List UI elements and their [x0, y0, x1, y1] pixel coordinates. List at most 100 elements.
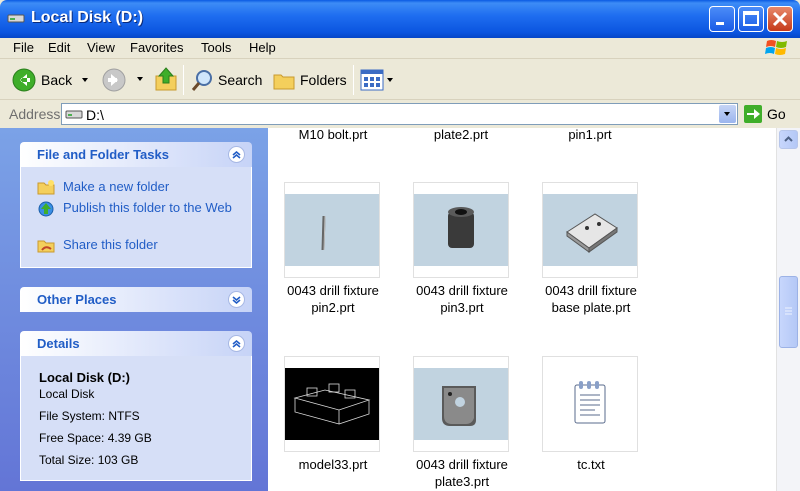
share-folder-link[interactable]: Share this folder — [37, 237, 158, 256]
address-value: D:\ — [86, 107, 104, 123]
back-dropdown-icon[interactable] — [82, 78, 88, 82]
up-folder-icon[interactable] — [154, 66, 178, 92]
expand-chevron-icon[interactable] — [228, 291, 245, 308]
file-thumbnail-base-plate[interactable] — [542, 182, 638, 278]
minimize-button[interactable] — [709, 6, 735, 32]
file-name-plate2[interactable]: plate2.prt — [396, 128, 526, 143]
folders-button[interactable]: Folders — [270, 64, 348, 96]
panel-body: Make a new folder Publish this folder to… — [20, 167, 252, 268]
file-name-m10-bolt[interactable]: M10 bolt.prt — [268, 128, 398, 143]
folders-label: Folders — [300, 72, 347, 88]
file-thumbnail-model33[interactable] — [284, 356, 380, 452]
collapse-chevron-icon[interactable] — [228, 335, 245, 352]
back-label: Back — [41, 72, 73, 88]
go-button[interactable]: Go — [767, 106, 786, 122]
details-panel: Details Local Disk (D:) Local Disk File … — [20, 331, 252, 481]
views-dropdown-icon — [387, 78, 393, 82]
panel-title: File and Folder Tasks — [37, 147, 169, 162]
file-thumbnail-tc-txt[interactable] — [542, 356, 638, 452]
file-name-line2[interactable]: plate3.prt — [397, 473, 527, 490]
file-name-line1[interactable]: 0043 drill fixture — [268, 282, 398, 299]
address-input[interactable]: D:\ — [61, 103, 738, 125]
details-name: Local Disk (D:) — [39, 370, 131, 385]
menu-edit[interactable]: Edit — [48, 40, 70, 55]
details-file-system: File System: NTFS — [39, 409, 140, 423]
maximize-button[interactable] — [738, 6, 764, 32]
search-button[interactable]: Search — [189, 64, 265, 96]
menu-bar: File Edit View Favorites Tools Help — [0, 38, 800, 59]
back-arrow-icon — [12, 68, 36, 92]
file-thumbnail-pin2[interactable] — [284, 182, 380, 278]
grip-icon — [785, 307, 792, 315]
file-name-line1[interactable]: 0043 drill fixture — [526, 282, 656, 299]
publish-web-icon — [38, 201, 54, 217]
menu-file[interactable]: File — [13, 40, 34, 55]
scroll-up-button[interactable] — [779, 130, 798, 149]
views-icon — [360, 69, 384, 91]
file-name-line2[interactable]: pin3.prt — [397, 299, 527, 316]
drive-icon — [7, 14, 25, 23]
vertical-scrollbar[interactable] — [776, 128, 800, 491]
menu-favorites[interactable]: Favorites — [130, 40, 183, 55]
cad-preview-image — [285, 194, 379, 266]
file-thumbnail-pin3[interactable] — [413, 182, 509, 278]
file-name-line1[interactable]: 0043 drill fixture — [397, 282, 527, 299]
task-pane: File and Folder Tasks Make a new folder … — [0, 128, 268, 491]
forward-arrow-icon[interactable] — [102, 68, 126, 92]
file-name-line1[interactable]: tc.txt — [526, 456, 656, 473]
address-bar: Address D:\ Go — [0, 100, 800, 127]
file-folder-tasks-panel: File and Folder Tasks Make a new folder … — [20, 142, 252, 268]
menu-tools[interactable]: Tools — [201, 40, 231, 55]
collapse-chevron-icon[interactable] — [228, 146, 245, 163]
panel-title: Other Places — [37, 292, 117, 307]
go-arrow-icon[interactable] — [744, 105, 762, 123]
search-label: Search — [218, 72, 263, 88]
other-places-panel: Other Places — [20, 287, 252, 312]
panel-body: Local Disk (D:) Local Disk File System: … — [20, 356, 252, 481]
cad-preview-image — [414, 368, 508, 440]
file-name-line1[interactable]: 0043 drill fixture — [397, 456, 527, 473]
details-total-size: Total Size: 103 GB — [39, 453, 139, 467]
publish-folder-link[interactable]: Publish this folder to the Web — [37, 200, 232, 221]
windows-logo-icon — [765, 40, 787, 55]
chevron-up-icon — [784, 136, 793, 142]
menu-help[interactable]: Help — [249, 40, 276, 55]
forward-dropdown-icon[interactable] — [137, 77, 143, 81]
toolbar: Back Search Folders — [0, 60, 800, 100]
file-name-line2[interactable]: base plate.prt — [526, 299, 656, 316]
file-name-line2[interactable]: pin2.prt — [268, 299, 398, 316]
cad-preview-image — [285, 368, 379, 440]
menu-view[interactable]: View — [87, 40, 115, 55]
details-header[interactable]: Details — [20, 331, 252, 356]
details-type: Local Disk — [39, 387, 95, 401]
text-file-icon — [574, 381, 606, 424]
window-title: Local Disk (D:) — [31, 9, 144, 26]
close-icon — [772, 11, 788, 27]
views-button[interactable] — [359, 66, 397, 94]
make-new-folder-link[interactable]: Make a new folder — [37, 179, 169, 198]
share-folder-icon — [37, 240, 55, 253]
file-name-line1[interactable]: model33.prt — [268, 456, 398, 473]
cad-preview-image — [414, 194, 508, 266]
close-button[interactable] — [767, 6, 793, 32]
maximize-icon — [743, 11, 759, 26]
search-icon — [191, 70, 212, 91]
file-folder-tasks-header[interactable]: File and Folder Tasks — [20, 142, 252, 167]
new-folder-icon — [37, 180, 55, 195]
other-places-header[interactable]: Other Places — [20, 287, 252, 312]
file-name-pin1[interactable]: pin1.prt — [525, 128, 655, 143]
back-button[interactable]: Back — [10, 64, 96, 96]
chevron-down-icon — [724, 112, 730, 116]
details-free-space: Free Space: 4.39 GB — [39, 431, 152, 445]
address-dropdown-button[interactable] — [719, 105, 736, 123]
drive-icon — [65, 110, 83, 119]
cad-preview-image — [543, 194, 637, 266]
minimize-icon — [716, 22, 724, 25]
title-bar[interactable]: Local Disk (D:) — [0, 0, 800, 38]
toolbar-separator — [353, 65, 354, 95]
file-list-view[interactable]: M10 bolt.prt plate2.prt pin1.prt 0043 dr… — [268, 128, 776, 491]
folders-icon — [273, 74, 295, 90]
file-thumbnail-plate3[interactable] — [413, 356, 509, 452]
scroll-thumb[interactable] — [779, 276, 798, 348]
address-label: Address — [9, 106, 61, 122]
